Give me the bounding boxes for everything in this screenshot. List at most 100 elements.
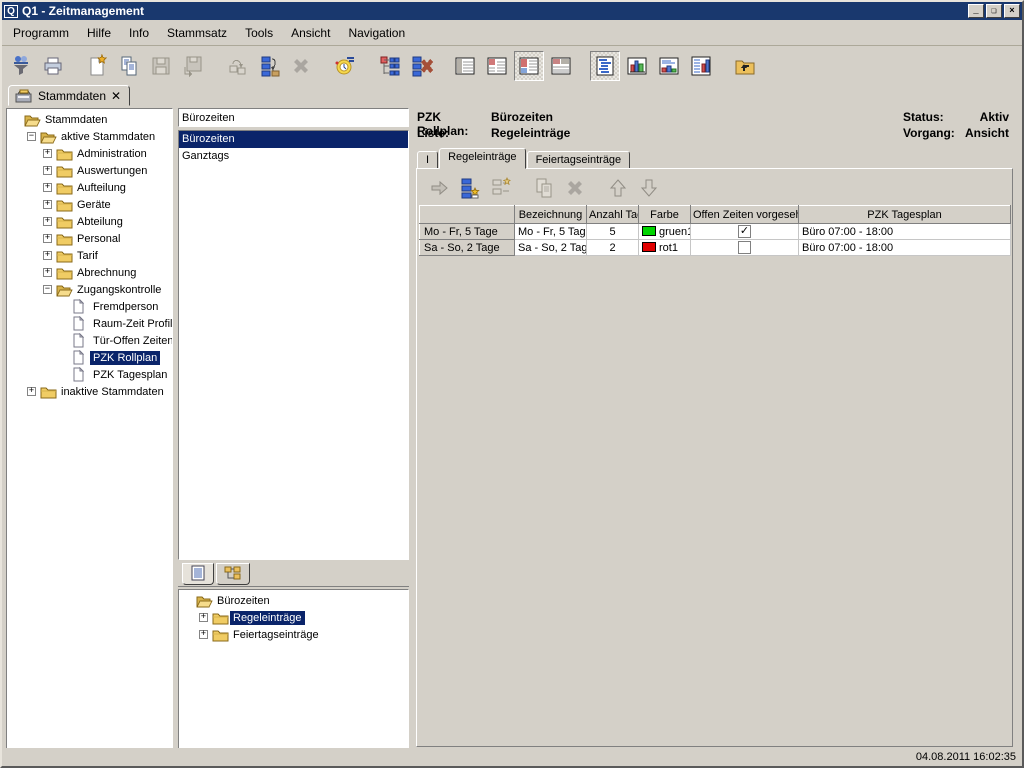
table-row[interactable]: Sa - So, 2 TageSa - So, 2 Tage2rot1Büro … [420,240,1011,256]
tree-item-bürozeiten[interactable]: Bürozeiten [181,592,408,609]
expand-plus-icon[interactable]: + [43,149,52,158]
filter-users-icon[interactable] [6,51,36,81]
folder-open-icon [196,594,214,608]
expand-plus-icon[interactable]: + [43,200,52,209]
tree-item-regeleinträge[interactable]: +Regeleinträge [181,609,408,626]
copy-icon[interactable] [114,51,144,81]
row-header[interactable]: Sa - So, 2 Tage [420,240,515,256]
table-row[interactable]: Mo - Fr, 5 TageMo - Fr, 5 Tage5gruen1✓Bü… [420,224,1011,240]
layout-topleft-icon[interactable] [482,51,512,81]
detail-title-label: PZK Rollplan: [417,110,491,126]
tree-item-geräte[interactable]: +Geräte [9,196,172,213]
tree-item-stammdaten[interactable]: Stammdaten [9,111,172,128]
tree-item-personal[interactable]: +Personal [9,230,172,247]
main-toolbar [2,47,1022,85]
expand-plus-icon[interactable]: + [43,166,52,175]
checkbox[interactable] [738,241,751,254]
list-chart-icon[interactable] [686,51,716,81]
tree-item-fremdperson[interactable]: Fremdperson [9,298,172,315]
list-item-ganztags[interactable]: Ganztags [179,148,408,165]
tree-structure-icon[interactable] [374,51,404,81]
collapse-minus-icon[interactable]: − [27,132,36,141]
tree-item-auswertungen[interactable]: + Auswertungen [9,162,172,179]
row-header[interactable]: Mo - Fr, 5 Tage [420,224,515,240]
new-document-icon[interactable] [82,51,112,81]
folder-closed-icon [56,147,74,161]
expand-plus-icon[interactable]: + [199,613,208,622]
expand-plus-icon[interactable]: + [43,268,52,277]
tree-item-abteilung[interactable]: + Abteilung [9,213,172,230]
menu-navigation[interactable]: Navigation [339,23,414,43]
tab-stammdaten[interactable]: Stammdaten ✕ [8,85,130,106]
record-filter-input[interactable] [178,108,409,127]
collapse-minus-icon[interactable]: − [43,285,52,294]
expand-plus-icon[interactable]: + [199,630,208,639]
history-clock-icon[interactable] [330,51,360,81]
column-header-PZK Tagesplan[interactable]: PZK Tagesplan [799,206,1011,224]
tree-item-pzk-tagesplan[interactable]: PZK Tagesplan [9,366,172,383]
column-header-rowselector[interactable] [420,206,515,224]
detail-tab-feiertagseinträge[interactable]: Feiertagseinträge [527,151,631,169]
restore-button[interactable]: ❏ [986,4,1002,18]
tree-item-aktive-stammdaten[interactable]: −aktive Stammdaten [9,128,172,145]
column-header-Anzahl Tage[interactable]: Anzahl Tage [587,206,639,224]
bar-chart-icon[interactable] [622,51,652,81]
close-button[interactable]: × [1004,4,1020,18]
minimize-button[interactable]: _ [968,4,984,18]
delete-list-icon[interactable] [406,51,436,81]
cell-bezeichnung: Mo - Fr, 5 Tage [515,224,587,240]
menu-info[interactable]: Info [120,23,158,43]
menu-stammsatz[interactable]: Stammsatz [158,23,236,43]
layout-left-icon[interactable] [450,51,480,81]
menu-tools[interactable]: Tools [236,23,282,43]
tree-item-administration[interactable]: +Administration [9,145,172,162]
tree-item-feiertagseinträge[interactable]: +Feiertagseinträge [181,626,408,643]
tree-item-label: Abteilung [74,215,126,229]
column-header-Offen Zeiten vorgesehen[interactable]: Offen Zeiten vorgesehen [691,206,799,224]
list-item-bürozeiten[interactable]: Bürozeiten [179,131,408,148]
layout-top-icon[interactable] [546,51,576,81]
copy-entry-icon [530,174,558,202]
layout-columns-icon[interactable] [514,51,544,81]
exit-folder-icon[interactable] [730,51,760,81]
tree-item-label: Auswertungen [74,164,150,178]
column-header-Bezeichnung[interactable]: Bezeichnung [515,206,587,224]
reorder-entries-icon[interactable] [254,51,284,81]
expand-plus-icon[interactable]: + [43,183,52,192]
tree-item-aufteilung[interactable]: +Aufteilung [9,179,172,196]
expand-plus-icon[interactable]: + [43,234,52,243]
tree-item-inaktive-stammdaten[interactable]: +inaktive Stammdaten [9,383,172,400]
tab-close-icon[interactable]: ✕ [111,89,121,103]
save-as-icon [178,51,208,81]
tree-item-raum-zeit-profil[interactable]: Raum-Zeit Profil [9,315,172,332]
print-icon[interactable] [38,51,68,81]
tree-item-label: Tür-Offen Zeiten [90,334,173,348]
expand-plus-icon[interactable]: + [43,217,52,226]
tree-item-zugangskontrolle[interactable]: −Zugangskontrolle [9,281,172,298]
tree-item-label: PZK Tagesplan [90,368,170,382]
view-tab-table-tab-icon[interactable] [182,563,214,585]
view-tab-orgtree-tab-icon[interactable] [216,563,250,585]
menu-programm[interactable]: Programm [4,23,78,43]
menu-hilfe[interactable]: Hilfe [78,23,120,43]
detach-entry-icon [222,51,252,81]
column-header-Farbe[interactable]: Farbe [639,206,691,224]
chart-rows-icon[interactable] [654,51,684,81]
doc-icon [72,333,90,348]
tree-item-label: Abrechnung [74,266,139,280]
tree-item-abrechnung[interactable]: + Abrechnung [9,264,172,281]
checkbox[interactable]: ✓ [738,225,751,238]
tree-item-tür-offen-zeiten[interactable]: Tür-Offen Zeiten [9,332,172,349]
tree-item-pzk-rollplan[interactable]: PZK Rollplan [9,349,172,366]
list-view-icon[interactable] [590,51,620,81]
folder-closed-icon [56,249,74,263]
detail-title-value: Bürozeiten [491,110,553,126]
detail-tab-i[interactable]: I [417,151,438,169]
detail-tab-regeleinträge[interactable]: Regeleinträge [439,148,526,169]
expand-plus-icon[interactable]: + [27,387,36,396]
add-entry-icon[interactable] [456,174,484,202]
expand-plus-icon[interactable]: + [43,251,52,260]
menu-ansicht[interactable]: Ansicht [282,23,339,43]
vorgang-label: Vorgang: [903,126,961,142]
tree-item-tarif[interactable]: +Tarif [9,247,172,264]
